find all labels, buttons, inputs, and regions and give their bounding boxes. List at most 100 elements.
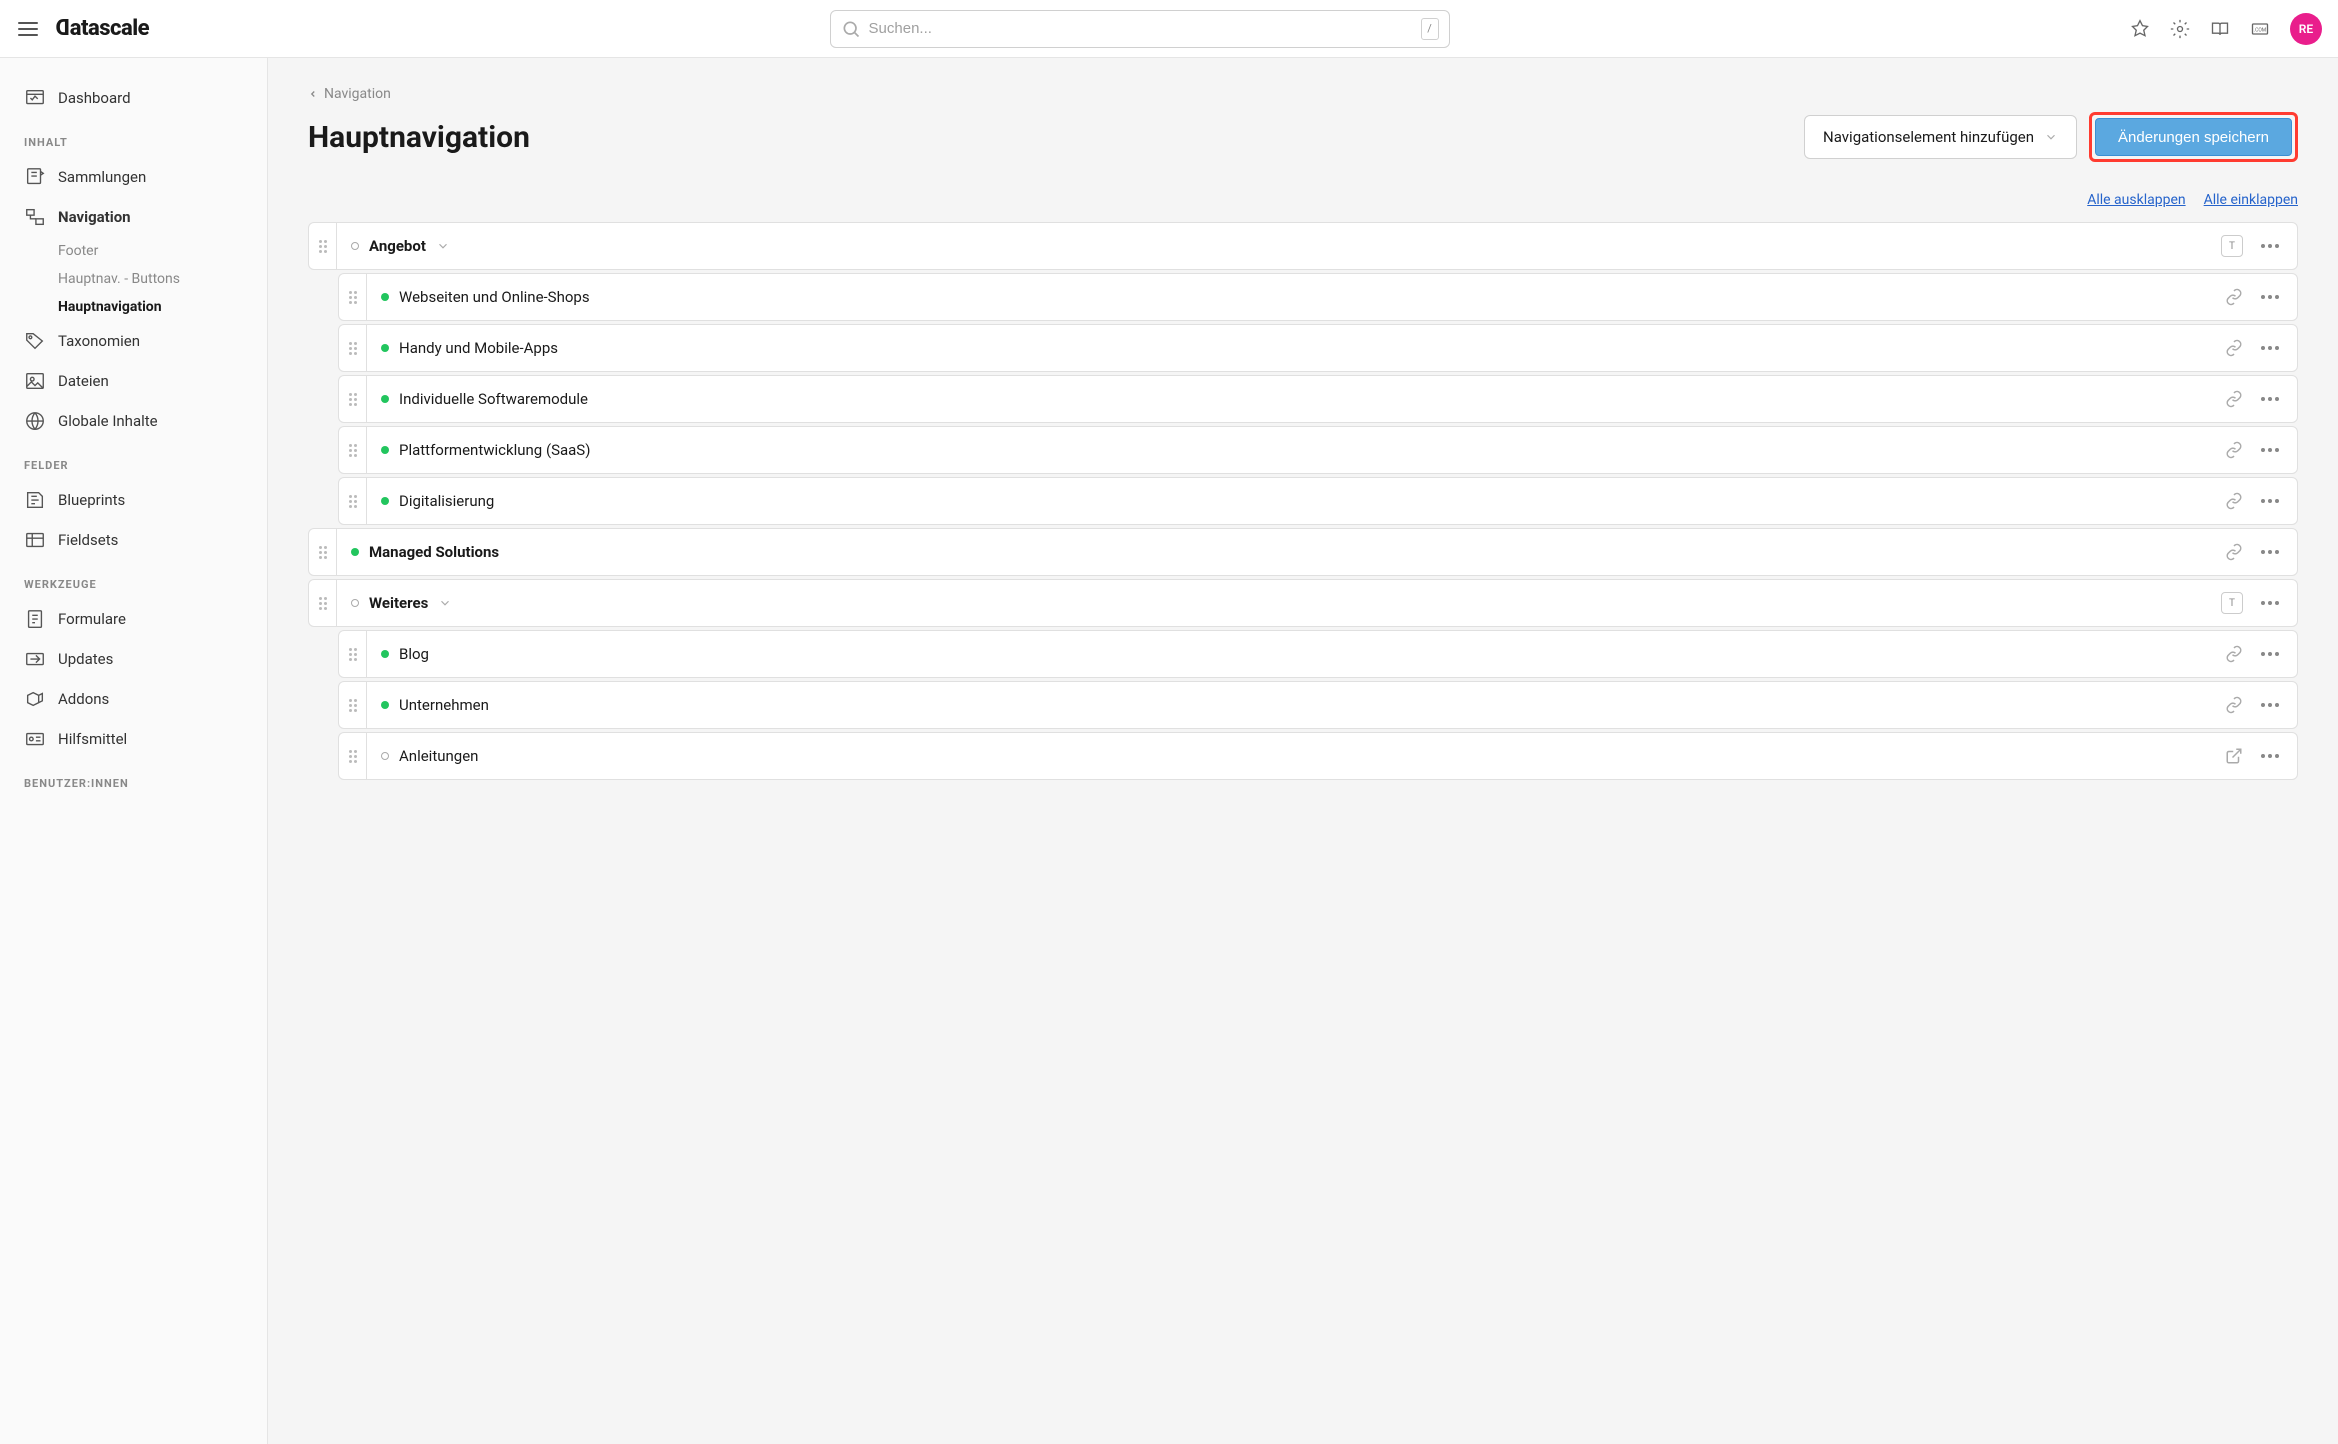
drag-handle[interactable]: [339, 376, 367, 422]
more-menu-button[interactable]: [2257, 291, 2283, 303]
sidebar-item-dashboard[interactable]: Dashboard: [0, 78, 267, 118]
text-type-icon[interactable]: T: [2221, 235, 2243, 257]
sidebar-item-blueprints[interactable]: Blueprints: [0, 480, 267, 520]
more-menu-button[interactable]: [2257, 546, 2283, 558]
more-menu-button[interactable]: [2257, 444, 2283, 456]
blueprints-icon: [24, 489, 46, 511]
logo: Datascale: [56, 16, 149, 41]
row-actions: T: [2221, 580, 2297, 626]
more-menu-button[interactable]: [2257, 750, 2283, 762]
tree-row[interactable]: Handy und Mobile-Apps: [338, 324, 2298, 372]
sidebar-item-hilfsmittel[interactable]: Hilfsmittel: [0, 719, 267, 759]
more-menu-button[interactable]: [2257, 240, 2283, 252]
search-box[interactable]: /: [830, 10, 1450, 48]
svg-text:.COM: .COM: [2254, 27, 2266, 33]
sidebar-sub-hauptnav-buttons[interactable]: Hauptnav. - Buttons: [0, 265, 267, 293]
sidebar-item-dateien[interactable]: Dateien: [0, 361, 267, 401]
row-title: Webseiten und Online-Shops: [399, 288, 590, 306]
drag-handle[interactable]: [339, 682, 367, 728]
status-dot: [381, 650, 389, 658]
more-menu-button[interactable]: [2257, 699, 2283, 711]
drag-handle[interactable]: [339, 427, 367, 473]
sidebar-section-felder: FELDER: [0, 441, 267, 480]
avatar[interactable]: RE: [2290, 13, 2322, 45]
external-link-icon[interactable]: [2225, 747, 2243, 765]
sidebar-item-fieldsets[interactable]: Fieldsets: [0, 520, 267, 560]
row-actions: [2225, 682, 2297, 728]
search-input[interactable]: [869, 20, 1413, 37]
sidebar-section-inhalt: INHALT: [0, 118, 267, 157]
sidebar-item-sammlungen[interactable]: Sammlungen: [0, 157, 267, 197]
expand-all-link[interactable]: Alle ausklappen: [2087, 192, 2185, 208]
link-icon[interactable]: [2225, 390, 2243, 408]
collapse-all-link[interactable]: Alle einklappen: [2204, 192, 2298, 208]
link-icon[interactable]: [2225, 696, 2243, 714]
link-icon[interactable]: [2225, 288, 2243, 306]
text-type-icon[interactable]: T: [2221, 592, 2243, 614]
tree-row[interactable]: Blog: [338, 630, 2298, 678]
tree-row[interactable]: Digitalisierung: [338, 477, 2298, 525]
gear-icon[interactable]: [2170, 19, 2190, 39]
save-button[interactable]: Änderungen speichern: [2095, 118, 2292, 156]
sidebar-item-addons[interactable]: Addons: [0, 679, 267, 719]
pin-icon[interactable]: [2130, 19, 2150, 39]
status-dot: [381, 293, 389, 301]
drag-handle[interactable]: [339, 478, 367, 524]
row-body: Digitalisierung: [367, 478, 2225, 524]
link-icon[interactable]: [2225, 543, 2243, 561]
link-icon[interactable]: [2225, 492, 2243, 510]
link-icon[interactable]: [2225, 339, 2243, 357]
tree-row[interactable]: Individuelle Softwaremodule: [338, 375, 2298, 423]
more-menu-button[interactable]: [2257, 648, 2283, 660]
drag-handle[interactable]: [339, 274, 367, 320]
sidebar-item-globale[interactable]: Globale Inhalte: [0, 401, 267, 441]
tree-row[interactable]: Unternehmen: [338, 681, 2298, 729]
addons-icon: [24, 688, 46, 710]
status-dot: [381, 497, 389, 505]
sidebar-item-formulare[interactable]: Formulare: [0, 599, 267, 639]
tree-row[interactable]: Plattformentwicklung (SaaS): [338, 426, 2298, 474]
collections-icon: [24, 166, 46, 188]
book-icon[interactable]: [2210, 19, 2230, 39]
row-body: Weiteres: [337, 580, 2221, 626]
drag-handle[interactable]: [309, 529, 337, 575]
drag-handle[interactable]: [309, 580, 337, 626]
more-menu-button[interactable]: [2257, 495, 2283, 507]
add-element-dropdown[interactable]: Navigationselement hinzufügen: [1804, 115, 2077, 159]
sidebar-sub-hauptnavigation[interactable]: Hauptnavigation: [0, 293, 267, 321]
sidebar-item-taxonomien[interactable]: Taxonomien: [0, 321, 267, 361]
status-dot: [381, 752, 389, 760]
page-actions: Navigationselement hinzufügen Änderungen…: [1804, 112, 2298, 162]
sidebar-sub-footer[interactable]: Footer: [0, 237, 267, 265]
more-menu-button[interactable]: [2257, 342, 2283, 354]
tree-row[interactable]: Anleitungen: [338, 732, 2298, 780]
search-shortcut: /: [1421, 18, 1439, 40]
tree-row[interactable]: AngebotT: [308, 222, 2298, 270]
sidebar-item-label: Navigation: [58, 208, 131, 226]
drag-handle[interactable]: [309, 223, 337, 269]
chevron-left-icon: [308, 89, 318, 99]
tree-row[interactable]: Managed Solutions: [308, 528, 2298, 576]
more-menu-button[interactable]: [2257, 597, 2283, 609]
sidebar-item-label: Addons: [58, 690, 109, 708]
link-icon[interactable]: [2225, 441, 2243, 459]
drag-handle[interactable]: [339, 733, 367, 779]
link-icon[interactable]: [2225, 645, 2243, 663]
drag-handle[interactable]: [339, 631, 367, 677]
sidebar-item-label: Fieldsets: [58, 531, 118, 549]
sidebar-item-updates[interactable]: Updates: [0, 639, 267, 679]
row-title: Handy und Mobile-Apps: [399, 339, 558, 357]
more-menu-button[interactable]: [2257, 393, 2283, 405]
drag-handle[interactable]: [339, 325, 367, 371]
search-wrap: /: [165, 10, 2114, 48]
breadcrumb[interactable]: Navigation: [308, 86, 391, 102]
row-actions: T: [2221, 223, 2297, 269]
row-body: Unternehmen: [367, 682, 2225, 728]
tree-row[interactable]: Webseiten und Online-Shops: [338, 273, 2298, 321]
row-body: Plattformentwicklung (SaaS): [367, 427, 2225, 473]
menu-toggle-button[interactable]: [16, 17, 40, 41]
sidebar-item-navigation[interactable]: Navigation: [0, 197, 267, 237]
domain-icon[interactable]: .COM: [2250, 19, 2270, 39]
tree-row[interactable]: WeiteresT: [308, 579, 2298, 627]
status-dot: [381, 701, 389, 709]
